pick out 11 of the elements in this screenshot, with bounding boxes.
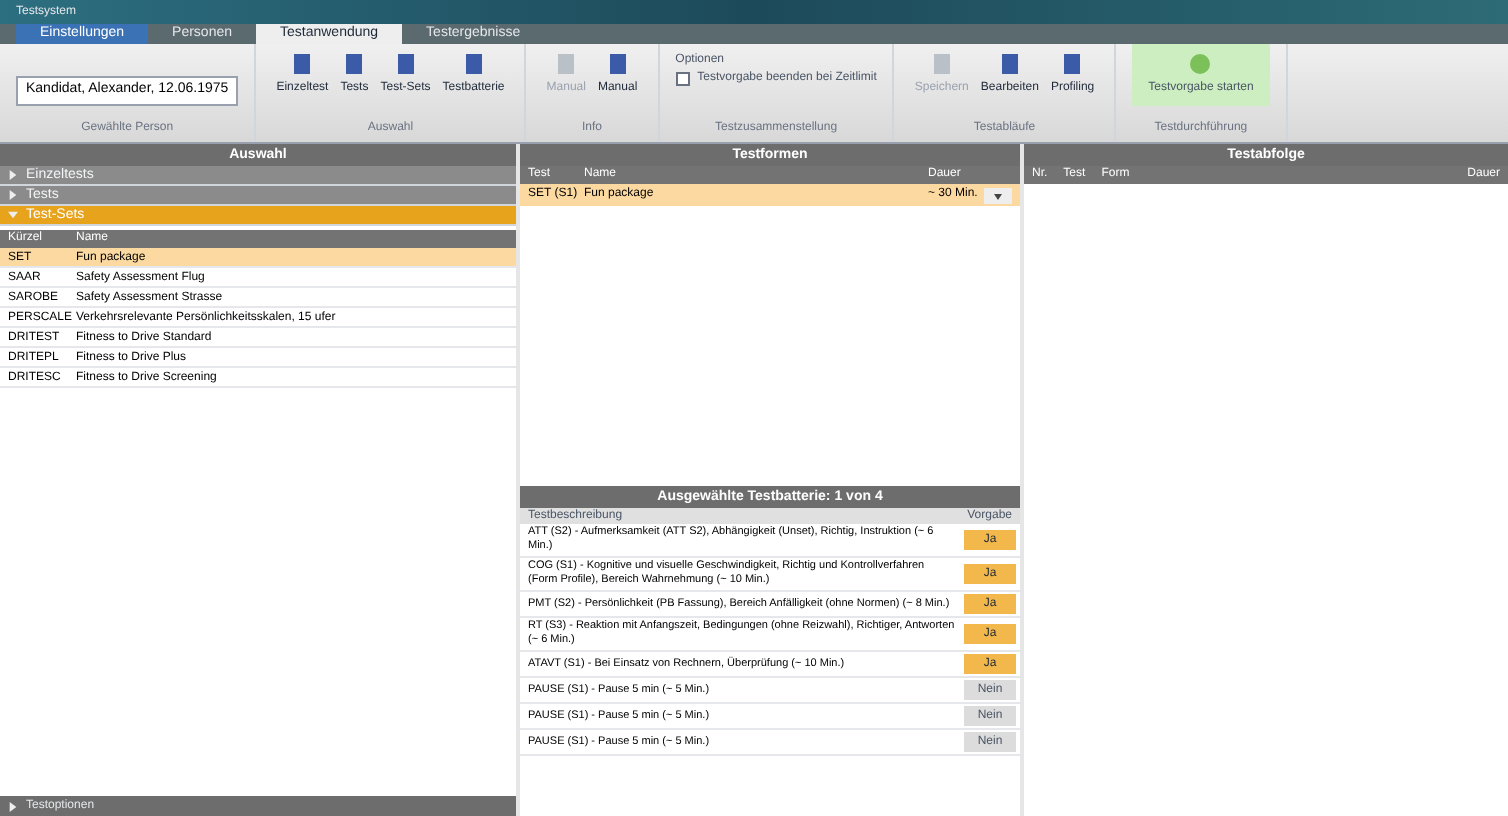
document-icon: [605, 52, 630, 76]
document-icon: [554, 52, 579, 76]
document-icon: [342, 52, 367, 76]
document-icon: [290, 52, 315, 76]
document-icon: [929, 52, 954, 76]
chevron-right-icon: [8, 801, 18, 811]
document-icon: [461, 52, 486, 76]
document-icon: [393, 52, 418, 76]
document-icon: [997, 52, 1022, 76]
chevron-down-icon: [8, 210, 18, 220]
document-icon: [1060, 52, 1085, 76]
